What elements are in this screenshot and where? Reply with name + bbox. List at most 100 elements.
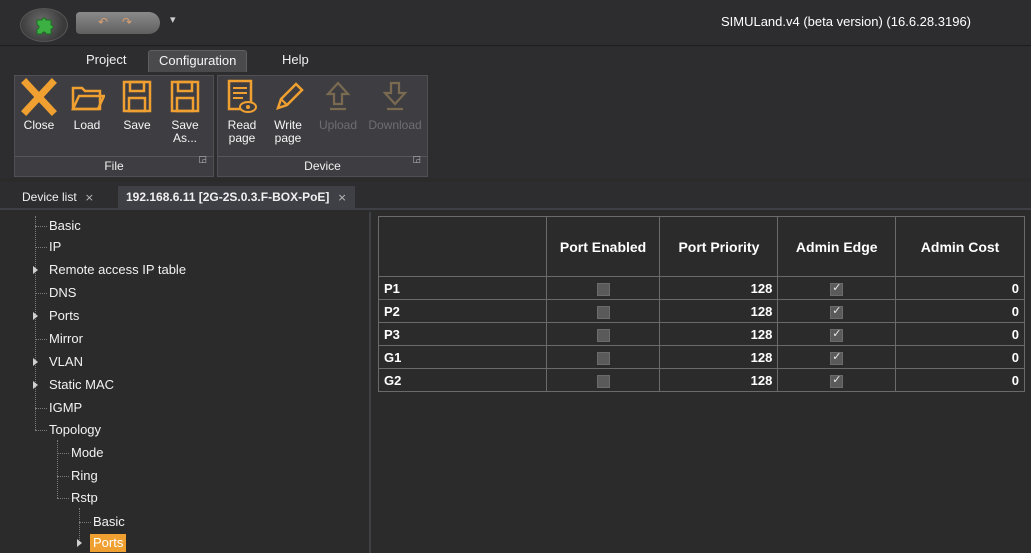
tree-item-dns[interactable]: DNS	[49, 284, 76, 302]
port-name-cell: P3	[378, 322, 547, 346]
tree-item-mode[interactable]: Mode	[71, 444, 104, 462]
port-enabled-checkbox[interactable]	[596, 351, 610, 365]
close-button[interactable]: Close	[19, 78, 59, 132]
tab-help[interactable]: Help	[272, 50, 319, 72]
admin-edge-cell[interactable]	[777, 276, 897, 300]
tree-item-rstp-basic[interactable]: Basic	[93, 513, 125, 531]
qat-dropdown-icon[interactable]: ▾	[170, 13, 176, 26]
port-enabled-checkbox[interactable]	[596, 374, 610, 388]
download-button[interactable]: Download	[364, 78, 426, 132]
ribbon: Close Load Save Save As... File ◲ Read p…	[0, 73, 1031, 178]
column-header-admin-cost[interactable]: Admin Cost	[895, 216, 1025, 277]
port-enabled-cell[interactable]	[545, 322, 661, 346]
admin-cost-cell[interactable]: 0	[895, 299, 1025, 323]
admin-edge-cell[interactable]	[777, 322, 897, 346]
port-name-cell: G2	[378, 368, 547, 392]
tree-connector	[35, 430, 47, 431]
tree-item-basic[interactable]: Basic	[49, 217, 81, 235]
port-enabled-checkbox[interactable]	[596, 328, 610, 342]
load-button[interactable]: Load	[67, 78, 107, 132]
column-header-port-priority[interactable]: Port Priority	[659, 216, 779, 277]
column-header-admin-edge[interactable]: Admin Edge	[777, 216, 897, 277]
admin-edge-cell[interactable]	[777, 368, 897, 392]
admin-edge-checkbox[interactable]	[830, 281, 844, 296]
undo-icon[interactable]: ↶	[98, 15, 108, 29]
admin-edge-checkbox[interactable]	[830, 373, 844, 388]
tree-connector	[57, 440, 58, 498]
expand-arrow-icon[interactable]	[77, 539, 82, 547]
admin-edge-checkbox[interactable]	[830, 350, 844, 365]
port-enabled-cell[interactable]	[545, 368, 661, 392]
tree-connector	[35, 293, 47, 294]
redo-icon[interactable]: ↷	[122, 15, 132, 29]
tree-item-rstp-ports[interactable]: Ports	[90, 534, 127, 552]
port-enabled-checkbox[interactable]	[596, 305, 610, 319]
tree-item-igmp[interactable]: IGMP	[49, 399, 82, 417]
puzzle-icon	[36, 17, 54, 35]
tree-connector	[79, 522, 91, 523]
tree-item-vlan[interactable]: VLAN	[49, 353, 83, 371]
tree-item-ring[interactable]: Ring	[71, 467, 98, 485]
table-row[interactable]: P2 128 0	[378, 299, 1025, 323]
save-as-button[interactable]: Save As...	[165, 78, 205, 145]
save-icon	[122, 80, 152, 113]
file-group-label: File ◲	[15, 155, 213, 174]
tree-item-topology[interactable]: Topology	[49, 421, 101, 439]
admin-cost-cell[interactable]: 0	[895, 322, 1025, 346]
admin-edge-cell[interactable]	[777, 345, 897, 369]
expand-arrow-icon[interactable]	[33, 358, 38, 366]
tree-item-ports[interactable]: Ports	[49, 307, 79, 325]
port-enabled-cell[interactable]	[545, 345, 661, 369]
tree-item-mirror[interactable]: Mirror	[49, 330, 83, 348]
grid-header-row: Port Enabled Port Priority Admin Edge Ad…	[378, 216, 1025, 277]
table-row[interactable]: P3 128 0	[378, 322, 1025, 346]
tab-device-config[interactable]: 192.168.6.11 [2G-2S.0.3.F-BOX-PoE] ×	[118, 186, 355, 210]
port-enabled-checkbox[interactable]	[596, 282, 610, 296]
admin-cost-cell[interactable]: 0	[895, 345, 1025, 369]
expand-arrow-icon[interactable]	[33, 312, 38, 320]
port-enabled-cell[interactable]	[545, 299, 661, 323]
expand-arrow-icon[interactable]	[33, 381, 38, 389]
tab-device-list[interactable]: Device list ×	[14, 186, 102, 210]
file-group: Close Load Save Save As... File ◲	[14, 75, 214, 177]
admin-edge-checkbox[interactable]	[830, 327, 844, 342]
port-priority-cell[interactable]: 128	[659, 345, 779, 369]
tree-item-static-mac[interactable]: Static MAC	[49, 376, 114, 394]
port-priority-cell[interactable]: 128	[659, 299, 779, 323]
port-priority-cell[interactable]: 128	[659, 322, 779, 346]
write-page-button[interactable]: Write page	[268, 78, 308, 145]
port-enabled-cell[interactable]	[545, 276, 661, 300]
admin-cost-cell[interactable]: 0	[895, 276, 1025, 300]
title-bar: ↶ ↷ ▾ SIMULand.v4 (beta version) (16.6.2…	[0, 0, 1031, 46]
config-tree: Basic IP Remote access IP table DNS Port…	[15, 212, 371, 553]
close-tab-icon[interactable]: ×	[85, 191, 94, 204]
table-row[interactable]: G1 128 0	[378, 345, 1025, 369]
column-header-port-enabled[interactable]: Port Enabled	[545, 216, 661, 277]
column-header-port	[378, 216, 547, 277]
app-logo[interactable]	[20, 8, 68, 42]
close-tab-icon[interactable]: ×	[337, 191, 346, 204]
tree-connector	[57, 498, 69, 499]
table-row[interactable]: P1 128 0	[378, 276, 1025, 300]
admin-edge-checkbox[interactable]	[830, 304, 844, 319]
save-button[interactable]: Save	[117, 78, 157, 132]
dialog-launcher-icon[interactable]: ◲	[412, 151, 421, 169]
upload-button[interactable]: Upload	[312, 78, 364, 132]
read-page-button[interactable]: Read page	[222, 78, 262, 145]
dialog-launcher-icon[interactable]: ◲	[198, 151, 207, 169]
table-row[interactable]: G2 128 0	[378, 368, 1025, 392]
tree-connector	[35, 247, 47, 248]
pencil-icon	[276, 82, 304, 110]
tree-item-ip[interactable]: IP	[49, 238, 61, 256]
tree-connector	[79, 508, 80, 542]
tab-project[interactable]: Project	[76, 50, 136, 72]
port-priority-cell[interactable]: 128	[659, 368, 779, 392]
expand-arrow-icon[interactable]	[33, 266, 38, 274]
tree-item-rstp[interactable]: Rstp	[71, 489, 98, 507]
admin-cost-cell[interactable]: 0	[895, 368, 1025, 392]
tab-configuration[interactable]: Configuration	[148, 50, 248, 72]
tree-item-remote-access[interactable]: Remote access IP table	[49, 261, 186, 279]
tree-connector	[35, 216, 36, 430]
port-priority-cell[interactable]: 128	[659, 276, 779, 300]
admin-edge-cell[interactable]	[777, 299, 897, 323]
